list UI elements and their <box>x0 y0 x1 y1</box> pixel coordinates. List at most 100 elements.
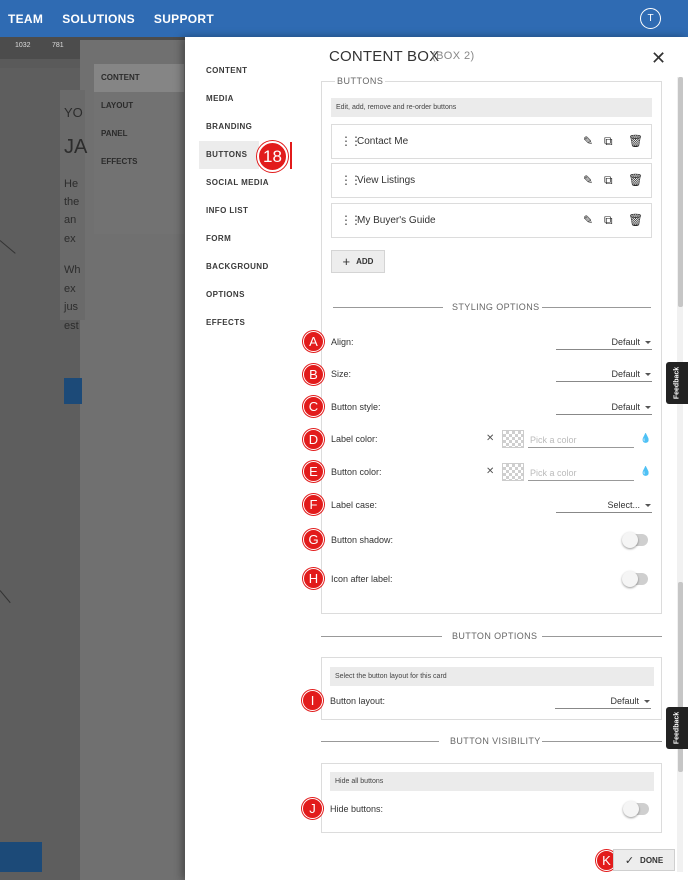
background-text: ex <box>64 283 76 295</box>
sidebar-item-buttons[interactable]: BUTTONS <box>199 141 259 169</box>
button-row[interactable]: ⋮⋮ View Listings ✎ ⧉ 🗑 <box>331 163 652 198</box>
scrollbar-thumb[interactable] <box>678 77 683 307</box>
toggle-knob <box>622 532 638 548</box>
marker-a: A <box>303 331 324 352</box>
button-options-help: Select the button layout for this card <box>330 667 654 686</box>
marker-f: F <box>303 494 324 515</box>
button-row[interactable]: ⋮⋮ Contact Me ✎ ⧉ 🗑 <box>331 124 652 159</box>
feedback-label: Feedback <box>673 711 681 745</box>
sidebar-item-content[interactable]: CONTENT <box>199 57 299 85</box>
chevron-down-icon <box>645 341 651 344</box>
sidebar-item-form[interactable]: FORM <box>199 225 299 253</box>
chevron-down-icon <box>645 373 651 376</box>
button-row[interactable]: ⋮⋮ My Buyer's Guide ✎ ⧉ 🗑 <box>331 203 652 238</box>
marker-e: E <box>303 461 324 482</box>
marker-c: C <box>303 396 324 417</box>
color-swatch[interactable] <box>502 463 524 481</box>
edit-icon[interactable]: ✎ <box>583 134 593 148</box>
add-button-label: ADD <box>356 257 374 266</box>
marker-b: B <box>303 364 324 385</box>
color-dropper-icon[interactable]: 💧 <box>640 466 651 477</box>
label-case-value: Select... <box>607 500 640 510</box>
background-text: ex <box>64 233 76 245</box>
delete-icon[interactable]: 🗑 <box>628 213 643 227</box>
label-color-input[interactable]: Pick a color <box>528 434 634 448</box>
nav-solutions[interactable]: SOLUTIONS <box>62 12 135 26</box>
add-button[interactable]: + ADD <box>331 250 385 273</box>
clear-icon[interactable]: ✕ <box>486 433 494 444</box>
background-menu-item: CONTENT <box>94 64 184 92</box>
divider <box>542 636 662 637</box>
button-style-select[interactable]: Default <box>556 401 652 415</box>
sidebar-item-effects[interactable]: EFFECTS <box>199 309 299 337</box>
background-text: Wh <box>64 264 81 276</box>
hide-buttons-toggle[interactable] <box>623 801 649 817</box>
close-icon[interactable]: ✕ <box>651 48 666 69</box>
delete-icon[interactable]: 🗑 <box>628 173 643 187</box>
button-shadow-toggle[interactable] <box>622 532 648 548</box>
divider <box>321 741 439 742</box>
duplicate-icon[interactable]: ⧉ <box>604 213 613 228</box>
sidebar-item-options[interactable]: OPTIONS <box>199 281 299 309</box>
marker-h: H <box>303 568 324 589</box>
styling-options-label: STYLING OPTIONS <box>452 302 540 312</box>
button-style-value: Default <box>611 402 640 412</box>
sidebar-item-media[interactable]: MEDIA <box>199 85 299 113</box>
icon-after-label-toggle[interactable] <box>622 571 648 587</box>
step-marker-18: 18 <box>257 141 288 172</box>
delete-icon[interactable]: 🗑 <box>628 134 643 148</box>
feedback-tab[interactable]: Feedback <box>666 707 688 749</box>
sidebar-item-social-media[interactable]: SOCIAL MEDIA <box>199 169 299 197</box>
done-button[interactable]: ✓ DONE <box>613 849 675 871</box>
top-nav: TEAM SOLUTIONS SUPPORT T <box>0 0 688 37</box>
marker-i: I <box>302 690 323 711</box>
button-row-label: My Buyer's Guide <box>357 215 436 226</box>
plus-icon: + <box>342 254 351 269</box>
duplicate-icon[interactable]: ⧉ <box>604 173 613 188</box>
sidebar-item-branding[interactable]: BRANDING <box>199 113 299 141</box>
sidebar-item-info-list[interactable]: INFO LIST <box>199 197 299 225</box>
buttons-section-label: BUTTONS <box>335 76 386 86</box>
background-button <box>64 378 82 404</box>
sidebar-item-background[interactable]: BACKGROUND <box>199 253 299 281</box>
color-swatch[interactable] <box>502 430 524 448</box>
button-style-label: Button style: <box>331 402 381 412</box>
chevron-down-icon <box>645 504 651 507</box>
button-color-label: Button color: <box>331 467 382 477</box>
panel-title: CONTENT BOX <box>329 48 440 65</box>
color-dropper-icon[interactable]: 💧 <box>640 433 651 444</box>
align-select[interactable]: Default <box>556 336 652 350</box>
done-button-label: DONE <box>640 855 664 865</box>
feedback-tab[interactable]: Feedback <box>666 362 688 404</box>
nav-team[interactable]: TEAM <box>8 12 43 26</box>
buttons-help: Edit, add, remove and re-order buttons <box>331 98 652 117</box>
button-layout-value: Default <box>610 696 639 706</box>
avatar[interactable]: T <box>640 8 661 29</box>
edit-icon[interactable]: ✎ <box>583 173 593 187</box>
background-text: JA <box>64 136 88 158</box>
background-text: the <box>64 196 80 208</box>
divider <box>321 636 442 637</box>
duplicate-icon[interactable]: ⧉ <box>604 134 613 149</box>
ruler-width: 1032 <box>15 42 31 49</box>
label-case-select[interactable]: Select... <box>556 499 652 513</box>
nav-support[interactable]: SUPPORT <box>154 12 214 26</box>
size-select[interactable]: Default <box>556 368 652 382</box>
marker-g: G <box>303 529 324 550</box>
clear-icon[interactable]: ✕ <box>486 466 494 477</box>
button-color-input[interactable]: Pick a color <box>528 467 634 481</box>
button-layout-select[interactable]: Default <box>555 695 651 709</box>
background-menu: CONTENT LAYOUT PANEL EFFECTS <box>94 64 184 234</box>
check-icon: ✓ <box>624 854 635 867</box>
background-menu-item: LAYOUT <box>101 101 134 110</box>
background-text: an <box>64 214 77 226</box>
label-case-label: Label case: <box>331 500 378 510</box>
button-layout-label: Button layout: <box>330 696 386 706</box>
background-text: YO <box>64 105 83 120</box>
background-text: jus <box>64 301 79 313</box>
edit-icon[interactable]: ✎ <box>583 213 593 227</box>
chevron-down-icon <box>644 700 650 703</box>
size-value: Default <box>611 369 640 379</box>
marker-d: D <box>303 429 324 450</box>
button-visibility-help: Hide all buttons <box>330 772 654 791</box>
